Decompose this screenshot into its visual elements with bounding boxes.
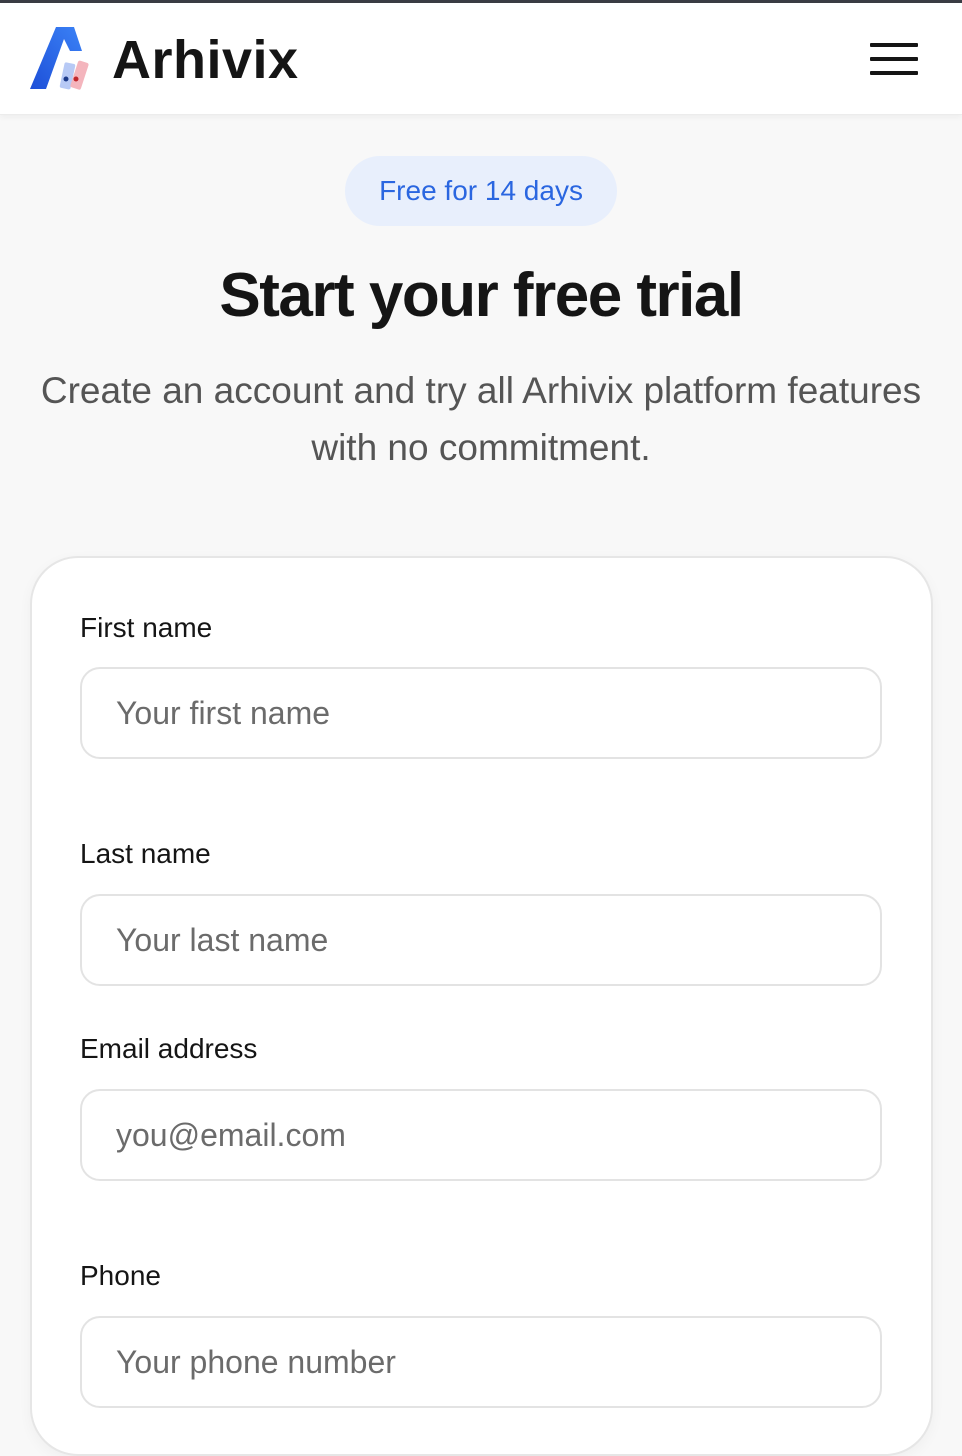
subtitle-line-1: Create an account and try all Arhivix pl…	[40, 370, 922, 411]
menu-bar	[870, 71, 918, 75]
email-field[interactable]	[80, 1089, 882, 1181]
subtitle-line-2: with no commitment.	[311, 427, 651, 468]
last-name-field[interactable]	[80, 894, 882, 986]
brand-name[interactable]: Arhivix	[112, 30, 299, 90]
first-name-field[interactable]	[80, 667, 882, 759]
phone-label: Phone	[80, 1260, 161, 1291]
menu-bar	[870, 43, 918, 47]
last-name-label: Last name	[80, 838, 211, 869]
hamburger-menu-icon[interactable]	[862, 39, 918, 79]
trial-badge: Free for 14 days	[345, 156, 617, 226]
arhivix-logo-icon[interactable]	[28, 25, 96, 91]
page-subtitle: Create an account and try all Arhivix pl…	[20, 362, 942, 476]
site-header: Arhivix	[0, 3, 962, 115]
page-title: Start your free trial	[219, 261, 744, 330]
logo-mark	[30, 27, 89, 90]
phone-field[interactable]	[80, 1316, 882, 1408]
email-label: Email address	[80, 1033, 258, 1064]
menu-bar	[870, 57, 918, 61]
first-name-label: First name	[80, 612, 213, 643]
